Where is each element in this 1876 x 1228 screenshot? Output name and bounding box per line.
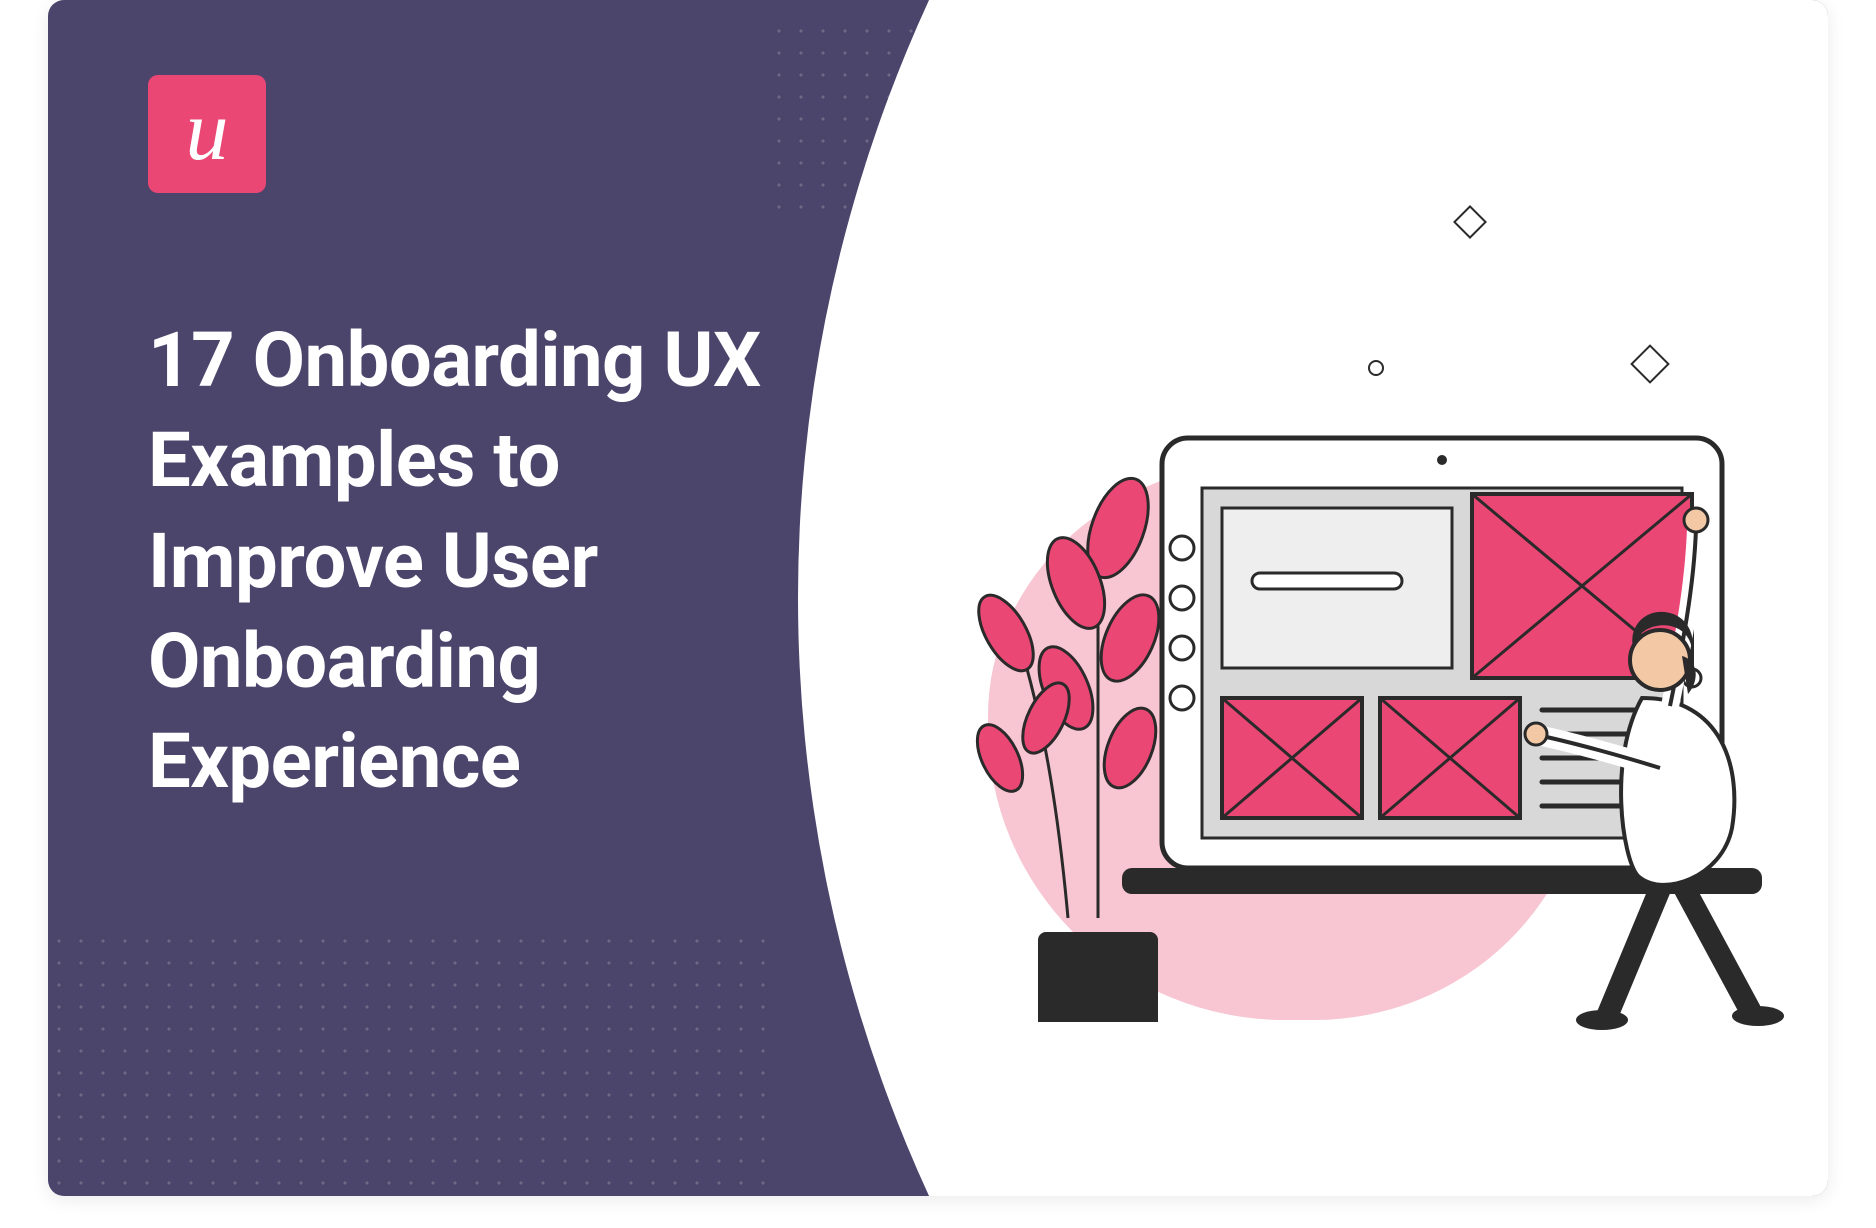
wireframe-block-icon [1222, 698, 1362, 818]
diamond-icon [1630, 344, 1670, 384]
page-root: u 17 Onboarding UX Examples to Improve U… [0, 0, 1876, 1228]
circle-icon [1368, 360, 1384, 376]
dot-texture-bottom [48, 930, 768, 1196]
wireframe-block-icon [1380, 698, 1520, 818]
laptop-icon [1122, 398, 1810, 1038]
page-title: 17 Onboarding UX Examples to Improve Use… [148, 310, 788, 812]
diamond-icon [1453, 205, 1487, 239]
brand-logo: u [148, 75, 266, 193]
camera-dot-icon [1437, 455, 1447, 465]
brand-logo-glyph: u [186, 87, 229, 173]
hero-card: u 17 Onboarding UX Examples to Improve U… [48, 0, 1828, 1196]
hero-illustration [918, 140, 1798, 1140]
wireframe-block-icon [1222, 508, 1452, 668]
